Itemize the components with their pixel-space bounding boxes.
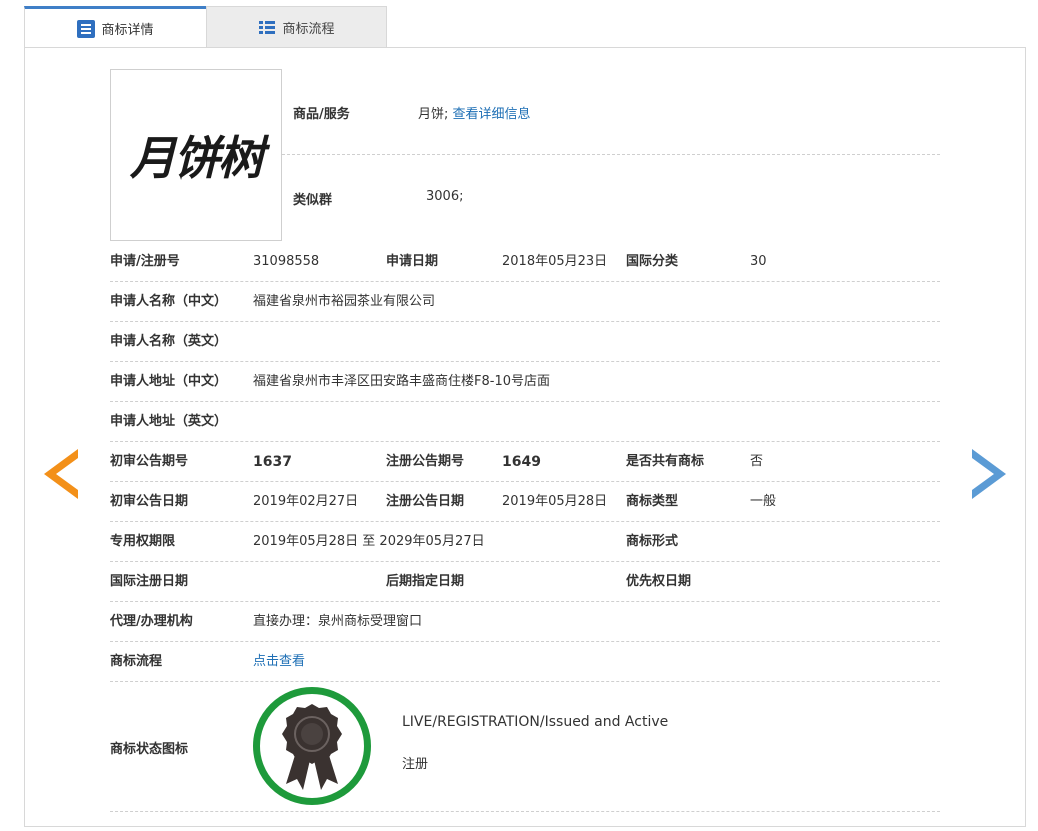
- trademark-logo-text: 月饼树: [130, 131, 264, 185]
- tab-label: 商标详情: [101, 23, 154, 38]
- shared-trademark: 否: [750, 454, 764, 469]
- goods-services-row: 商品/服务 月饼; 查看详细信息: [282, 69, 940, 155]
- applicant-name-cn: 福建省泉州市裕园茶业有限公司: [253, 294, 436, 309]
- field-label: 注册公告日期: [386, 494, 465, 509]
- field-label: 申请人名称（英文）: [110, 334, 228, 349]
- field-label: 申请人地址（中文）: [110, 374, 228, 389]
- table-row: 代理/办理机构 直接办理：泉州商标受理窗口: [110, 602, 940, 642]
- table-row: 初审公告期号 1637 注册公告期号 1649 是否共有商标 否: [110, 442, 940, 482]
- prelim-pub-number: 1637: [253, 454, 292, 470]
- similar-group-value: 3006;: [426, 189, 464, 204]
- table-row: 申请人地址（英文）: [110, 402, 940, 442]
- table-row: 申请/注册号 31098558 申请日期 2018年05月23日 国际分类 30: [110, 242, 940, 282]
- field-label: 申请人名称（中文）: [110, 294, 228, 309]
- goods-services-value-wrap: 月饼; 查看详细信息: [418, 103, 531, 122]
- field-label: 初审公告日期: [110, 494, 189, 509]
- list-icon: [258, 19, 276, 37]
- exclusive-period: 2019年05月28日 至 2029年05月27日: [253, 534, 485, 549]
- application-date: 2018年05月23日: [502, 254, 608, 269]
- table-row: 国际注册日期 后期指定日期 优先权日期: [110, 562, 940, 602]
- status-badge: [253, 687, 371, 805]
- goods-services-value: 月饼;: [418, 107, 449, 122]
- status-icon-label: 商标状态图标: [110, 742, 189, 757]
- prev-arrow-icon[interactable]: [44, 449, 78, 499]
- document-icon: [77, 19, 96, 38]
- table-row: 申请人名称（英文）: [110, 322, 940, 362]
- trademark-image: 月饼树: [110, 69, 282, 241]
- field-label: 优先权日期: [626, 574, 692, 589]
- tab-bar: 商标详情 商标流程: [24, 6, 1026, 48]
- table-row: 商标流程 点击查看: [110, 642, 940, 682]
- agency: 直接办理：泉州商标受理窗口: [253, 614, 423, 629]
- tab-trademark-details[interactable]: 商标详情: [24, 6, 206, 48]
- field-label: 申请/注册号: [110, 254, 180, 269]
- status-text-en: LIVE/REGISTRATION/Issued and Active: [402, 714, 669, 730]
- reg-pub-date: 2019年05月28日: [502, 494, 608, 509]
- field-label: 国际分类: [626, 254, 679, 269]
- reg-pub-number: 1649: [502, 454, 541, 470]
- table-row: 申请人地址（中文） 福建省泉州市丰泽区田安路丰盛商住楼F8-10号店面: [110, 362, 940, 402]
- field-label: 商标类型: [626, 494, 679, 509]
- field-label: 商标流程: [110, 654, 163, 669]
- table-row: 专用权期限 2019年05月28日 至 2029年05月27日 商标形式: [110, 522, 940, 562]
- table-row: 初审公告日期 2019年02月27日 注册公告日期 2019年05月28日 商标…: [110, 482, 940, 522]
- status-text-cn: 注册: [402, 757, 429, 772]
- field-label: 代理/办理机构: [110, 614, 193, 629]
- field-label: 初审公告期号: [110, 454, 189, 469]
- trademark-type: 一般: [750, 494, 777, 509]
- registration-number: 31098558: [253, 254, 320, 269]
- status-row: 商标状态图标 LIVE/REGISTRATION/Issued and Acti…: [110, 682, 940, 812]
- similar-group-row: 类似群 3006;: [282, 155, 940, 241]
- field-label: 申请日期: [386, 254, 439, 269]
- table-row: 申请人名称（中文） 福建省泉州市裕园茶业有限公司: [110, 282, 940, 322]
- ribbon-award-icon: [282, 704, 342, 790]
- view-flow-link[interactable]: 点击查看: [253, 642, 305, 682]
- field-label: 申请人地址（英文）: [110, 414, 228, 429]
- field-label: 注册公告期号: [386, 454, 465, 469]
- international-class: 30: [750, 254, 767, 269]
- prelim-pub-date: 2019年02月27日: [253, 494, 359, 509]
- field-label: 国际注册日期: [110, 574, 189, 589]
- next-arrow-icon[interactable]: [972, 449, 1006, 499]
- field-label: 后期指定日期: [386, 574, 465, 589]
- field-label: 是否共有商标: [626, 454, 705, 469]
- goods-services-label: 商品/服务: [293, 107, 350, 122]
- tab-label: 商标流程: [282, 22, 335, 37]
- applicant-address-cn: 福建省泉州市丰泽区田安路丰盛商住楼F8-10号店面: [253, 374, 550, 389]
- field-label: 商标形式: [626, 534, 679, 549]
- similar-group-label: 类似群: [293, 193, 333, 208]
- view-details-link[interactable]: 查看详细信息: [453, 107, 531, 122]
- field-label: 专用权期限: [110, 534, 176, 549]
- tab-trademark-flow[interactable]: 商标流程: [206, 6, 387, 48]
